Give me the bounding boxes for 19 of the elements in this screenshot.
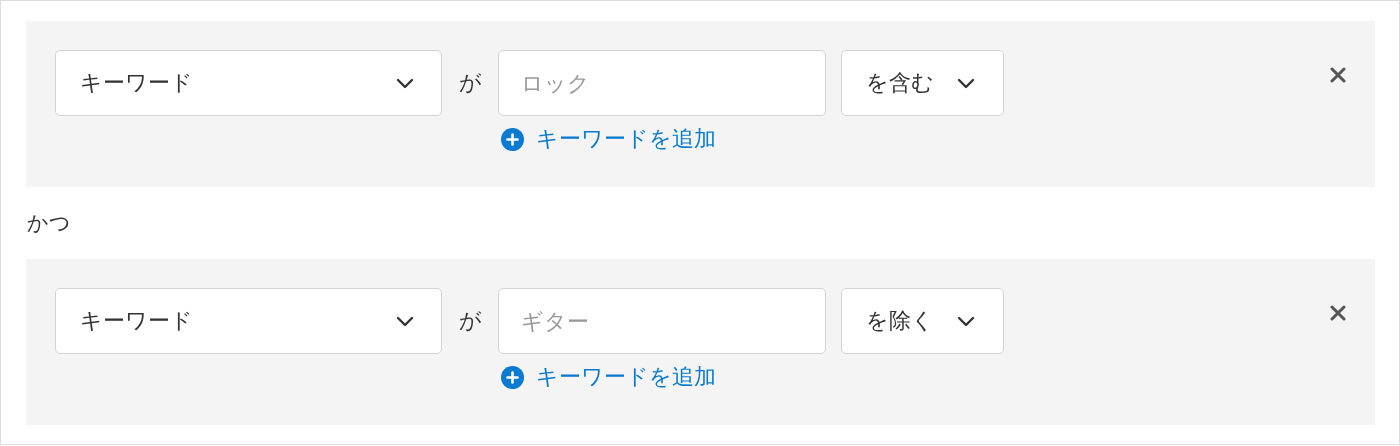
add-keyword-link[interactable]: キーワードを追加: [501, 124, 716, 154]
operator-dropdown[interactable]: を含む: [841, 50, 1004, 116]
joiner-label: かつ: [27, 210, 71, 237]
keyword-input[interactable]: ロック: [498, 50, 826, 116]
field-dropdown[interactable]: キーワード: [55, 288, 442, 354]
operator-dropdown[interactable]: を除く: [841, 288, 1004, 354]
connector-label: が: [457, 307, 483, 335]
chevron-down-icon: [957, 315, 975, 327]
field-dropdown[interactable]: キーワード: [55, 50, 442, 116]
plus-circle-icon: [501, 127, 524, 151]
plus-circle-icon: [501, 365, 524, 389]
chevron-down-icon: [396, 77, 414, 89]
connector-label: が: [457, 69, 483, 97]
close-button[interactable]: [1330, 305, 1346, 321]
keyword-input[interactable]: ギター: [498, 288, 826, 354]
chevron-down-icon: [957, 77, 975, 89]
close-button[interactable]: [1330, 67, 1346, 83]
chevron-down-icon: [396, 315, 414, 327]
add-keyword-link[interactable]: キーワードを追加: [501, 362, 716, 392]
